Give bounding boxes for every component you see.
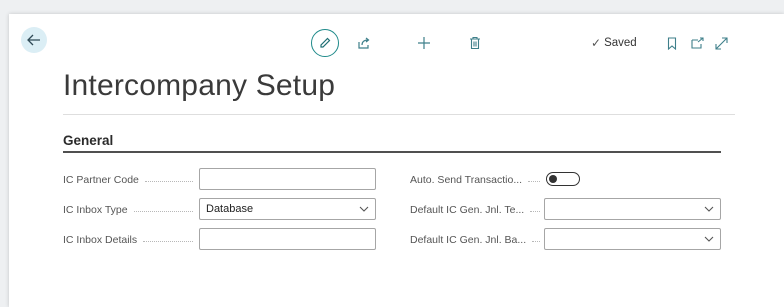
- default-ic-gen-jnl-batch-select[interactable]: [544, 228, 721, 250]
- edit-button[interactable]: [311, 29, 339, 57]
- field-label-default-ic-gen-jnl-template: Default IC Gen. Jnl. Te...: [410, 203, 540, 217]
- ic-inbox-type-select[interactable]: Database: [199, 198, 376, 220]
- field-label-auto-send-transactions: Auto. Send Transactio...: [410, 173, 540, 187]
- expand-button[interactable]: [713, 35, 729, 51]
- expand-icon: [714, 36, 728, 50]
- arrow-left-icon: [27, 34, 40, 46]
- section-divider: [63, 151, 721, 153]
- checkmark-icon: ✓: [591, 36, 602, 50]
- delete-button[interactable]: [466, 34, 484, 52]
- field-label-ic-inbox-details: IC Inbox Details: [63, 233, 193, 247]
- page-card: ✓ Saved Intercompany Setup General IC Pa…: [9, 14, 784, 307]
- title-divider: [63, 114, 735, 115]
- chevron-down-icon: [704, 232, 714, 249]
- ic-inbox-type-value: Database: [206, 203, 254, 215]
- bookmark-button[interactable]: [664, 35, 680, 51]
- field-label-ic-partner-code: IC Partner Code: [63, 173, 193, 187]
- new-button[interactable]: [415, 34, 433, 52]
- share-icon: [358, 37, 370, 49]
- back-button[interactable]: [21, 27, 47, 53]
- pencil-icon: [320, 37, 331, 48]
- saved-label: Saved: [604, 37, 637, 49]
- plus-icon: [418, 37, 430, 49]
- saved-status: ✓ Saved: [591, 36, 637, 50]
- open-new-window-button[interactable]: [689, 35, 705, 51]
- share-button[interactable]: [355, 34, 373, 52]
- chevron-down-icon: [359, 202, 369, 219]
- default-ic-gen-jnl-template-select[interactable]: [544, 198, 721, 220]
- section-title-general[interactable]: General: [63, 133, 113, 148]
- ic-partner-code-input[interactable]: [199, 168, 376, 190]
- page-title: Intercompany Setup: [63, 69, 336, 102]
- trash-icon: [470, 36, 480, 50]
- field-label-ic-inbox-type: IC Inbox Type: [63, 203, 193, 217]
- open-in-new-window-icon: [690, 37, 704, 49]
- auto-send-transactions-toggle[interactable]: [546, 172, 580, 186]
- ic-inbox-details-input[interactable]: [199, 228, 376, 250]
- chevron-down-icon: [704, 202, 714, 219]
- bookmark-icon: [667, 36, 677, 50]
- field-label-default-ic-gen-jnl-batch: Default IC Gen. Jnl. Ba...: [410, 233, 540, 247]
- toggle-knob: [549, 174, 557, 183]
